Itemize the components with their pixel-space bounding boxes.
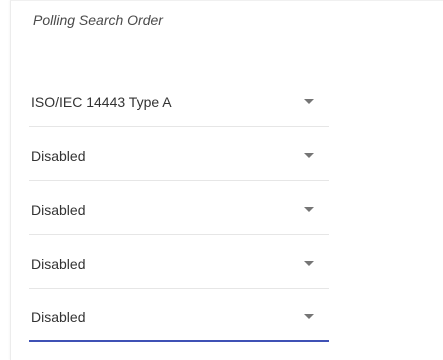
select-value: Disabled <box>31 256 86 272</box>
select-value: ISO/IEC 14443 Type A <box>31 94 172 110</box>
polling-order-select-5[interactable]: Disabled <box>29 288 329 342</box>
select-value: Disabled <box>31 202 86 218</box>
polling-search-order-panel: Polling Search Order ISO/IEC 14443 Type … <box>10 0 443 360</box>
chevron-down-icon <box>304 99 314 104</box>
polling-order-select-1[interactable]: ISO/IEC 14443 Type A <box>29 73 329 127</box>
chevron-down-icon <box>304 207 314 212</box>
select-value: Disabled <box>31 148 86 164</box>
section-title: Polling Search Order <box>33 12 163 28</box>
chevron-down-icon <box>304 261 314 266</box>
chevron-down-icon <box>304 314 314 319</box>
polling-order-select-3[interactable]: Disabled <box>29 181 329 235</box>
polling-order-select-2[interactable]: Disabled <box>29 127 329 181</box>
chevron-down-icon <box>304 153 314 158</box>
polling-order-select-4[interactable]: Disabled <box>29 235 329 289</box>
select-value: Disabled <box>31 309 86 325</box>
